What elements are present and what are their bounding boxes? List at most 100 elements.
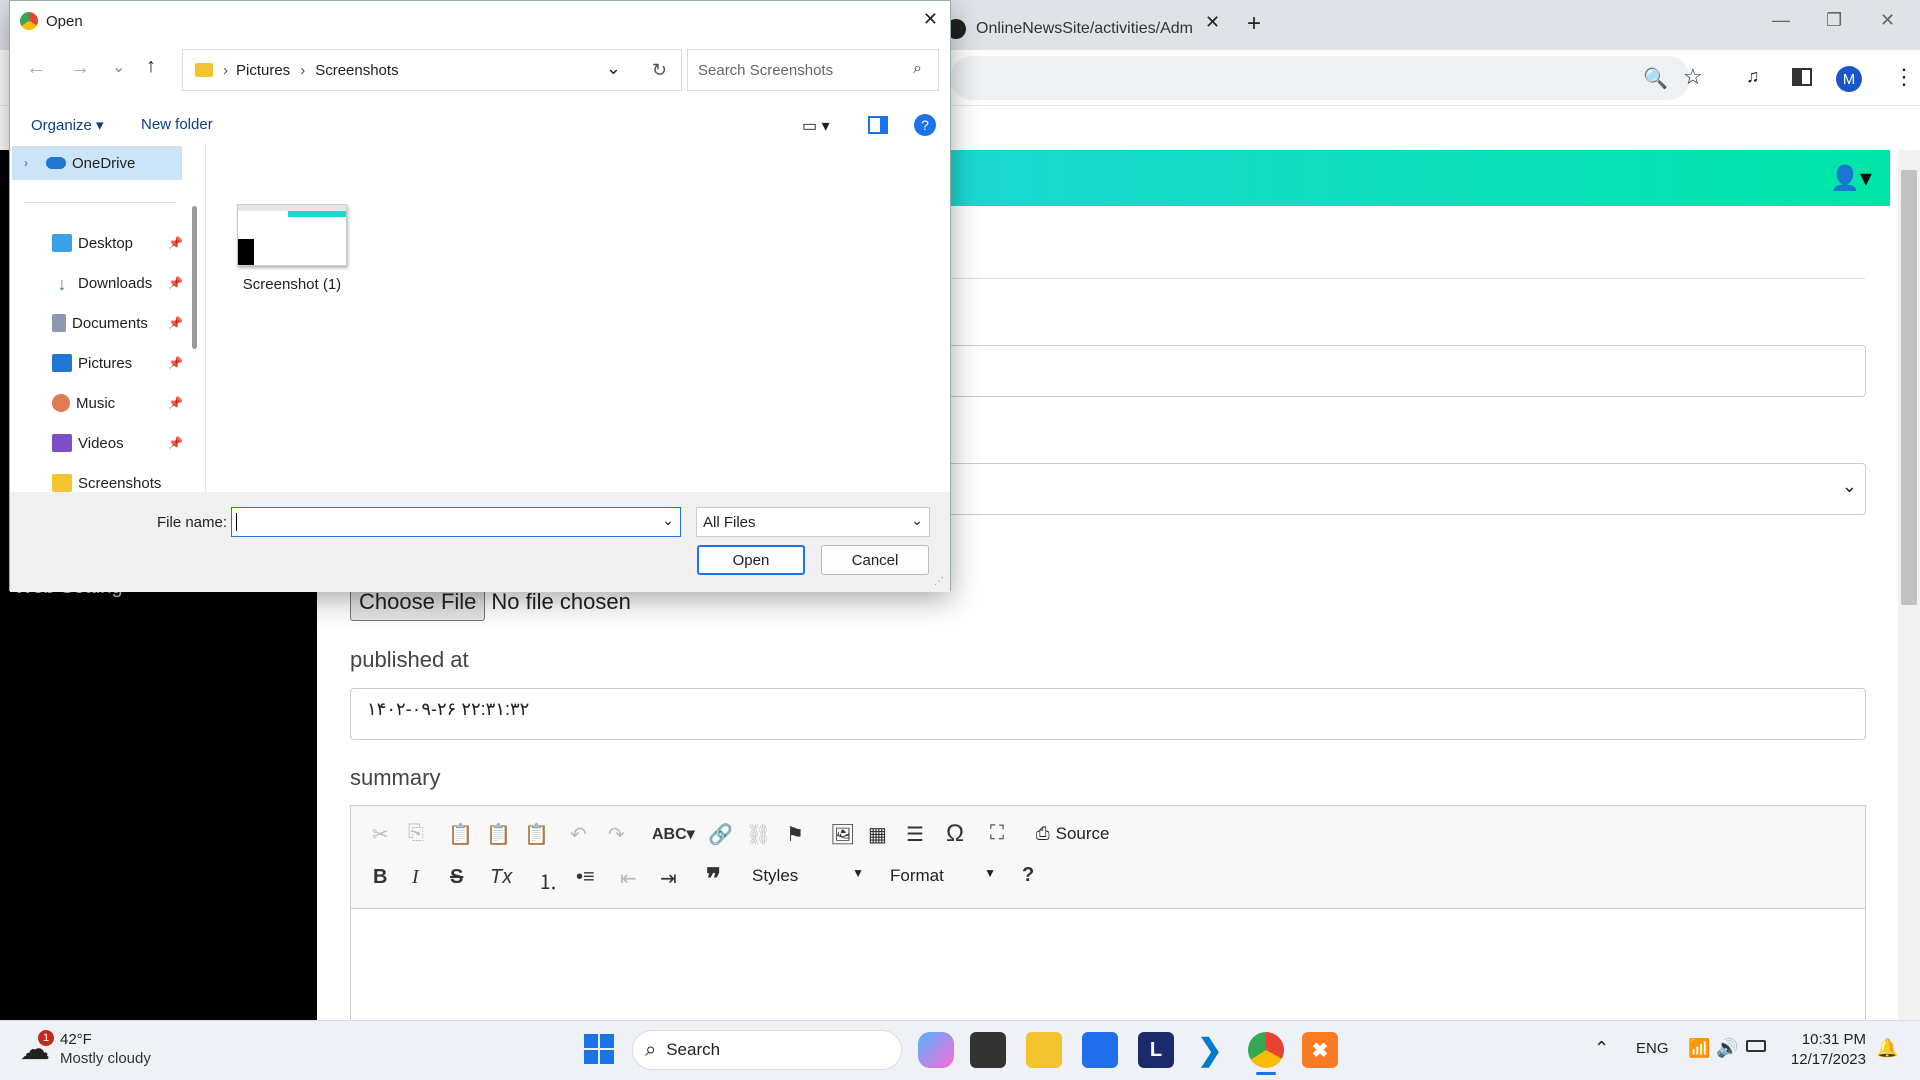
language-indicator[interactable]: ENG xyxy=(1636,1040,1669,1057)
remove-format-icon[interactable]: Tx xyxy=(490,866,512,889)
resize-grip-icon[interactable]: ⋰ xyxy=(934,576,944,587)
published-input[interactable]: ۱۴۰۲-۰۹-۲۶ ۲۲:۳۱:۳۲ xyxy=(350,688,1866,740)
nav-item-pictures[interactable]: Pictures 📌 xyxy=(10,346,190,380)
store-icon[interactable] xyxy=(1082,1032,1118,1068)
xampp-icon[interactable]: ✖ xyxy=(1302,1032,1338,1068)
link-icon[interactable]: 🔗 xyxy=(708,822,733,847)
format-dropdown[interactable]: Format ▼ xyxy=(890,866,996,886)
forward-arrow-icon[interactable]: → xyxy=(70,57,90,80)
organize-label: Organize xyxy=(31,117,92,134)
back-arrow-icon[interactable]: ← xyxy=(26,57,46,80)
tab-close-icon[interactable]: ✕ xyxy=(1205,12,1220,33)
task-view-icon[interactable] xyxy=(970,1032,1006,1068)
chevron-down-icon[interactable]: ⌄ xyxy=(662,512,674,529)
special-char-icon[interactable]: Ω xyxy=(946,820,964,848)
start-button[interactable] xyxy=(584,1034,614,1064)
zoom-icon[interactable]: 🔍 xyxy=(1643,66,1668,91)
strikethrough-icon[interactable]: S xyxy=(450,866,463,889)
anchor-flag-icon[interactable]: ⚑ xyxy=(786,822,804,847)
paste-icon[interactable]: 📋 xyxy=(448,822,473,847)
battery-icon[interactable] xyxy=(1746,1040,1766,1052)
copilot-icon[interactable] xyxy=(918,1032,954,1068)
address-dropdown-icon[interactable]: ⌄ xyxy=(606,58,621,79)
nav-item-label: Documents xyxy=(72,314,148,332)
wifi-icon[interactable]: 📶 xyxy=(1688,1038,1710,1059)
nav-item-downloads[interactable]: ↓ Downloads 📌 xyxy=(10,266,190,300)
table-icon[interactable]: ▦ xyxy=(868,822,887,847)
app-l-icon[interactable]: L xyxy=(1138,1032,1174,1068)
minimize-icon[interactable]: — xyxy=(1772,10,1790,31)
side-panel-icon[interactable] xyxy=(1792,68,1812,86)
nav-item-videos[interactable]: Videos 📌 xyxy=(10,426,190,460)
help-icon[interactable]: ? xyxy=(914,114,936,136)
dialog-close-icon[interactable]: ✕ xyxy=(923,9,938,30)
cancel-button[interactable]: Cancel xyxy=(821,545,929,575)
recent-locations-icon[interactable]: ⌄ xyxy=(112,57,125,77)
filetype-select[interactable]: All Files ⌄ xyxy=(696,507,930,537)
nav-item-music[interactable]: Music 📌 xyxy=(10,386,190,420)
new-tab-icon[interactable]: + xyxy=(1247,10,1261,38)
cut-icon[interactable]: ✂ xyxy=(372,822,389,847)
italic-icon[interactable]: I xyxy=(412,866,419,889)
category-select[interactable]: ⌄ xyxy=(940,463,1866,515)
clock[interactable]: 10:31 PM 12/17/2023 xyxy=(1784,1030,1866,1070)
breadcrumb-pictures[interactable]: Pictures xyxy=(236,62,290,79)
bold-icon[interactable]: B xyxy=(373,866,387,889)
chevron-up-icon[interactable]: ⌃ xyxy=(1594,1038,1609,1059)
indent-icon[interactable]: ⇥ xyxy=(660,866,677,891)
image-icon[interactable]: 🖼 xyxy=(830,822,855,847)
scrollbar-thumb[interactable] xyxy=(1901,170,1917,605)
source-button[interactable]: ⎙ Source xyxy=(1036,824,1109,844)
editor-body[interactable] xyxy=(351,910,1865,1020)
bookmark-star-icon[interactable]: ☆ xyxy=(1683,64,1703,90)
spellcheck-icon[interactable]: ABC▾ xyxy=(652,824,695,844)
preview-pane-icon[interactable] xyxy=(868,116,888,134)
chrome-icon[interactable] xyxy=(1248,1032,1284,1068)
profile-avatar[interactable]: M xyxy=(1836,66,1862,92)
organize-menu[interactable]: Organize ▾ xyxy=(31,116,104,134)
up-arrow-icon[interactable]: ↑ xyxy=(146,55,156,78)
media-icon[interactable]: ♫ xyxy=(1746,66,1760,87)
nav-item-documents[interactable]: Documents 📌 xyxy=(10,306,190,340)
nav-scrollbar[interactable] xyxy=(192,206,197,349)
view-mode-icon[interactable]: ▭ ▾ xyxy=(802,116,830,136)
blockquote-icon[interactable]: ❞ xyxy=(706,862,721,895)
nav-item-desktop[interactable]: Desktop 📌 xyxy=(10,226,190,260)
help-icon[interactable]: ? xyxy=(1022,864,1034,887)
title-input[interactable] xyxy=(940,345,1866,397)
dialog-search-input[interactable]: Search Screenshots ⌕ xyxy=(687,49,939,91)
file-item[interactable]: Screenshot (1) xyxy=(234,204,350,293)
taskbar-search[interactable]: ⌕ Search xyxy=(632,1030,902,1070)
open-button[interactable]: Open xyxy=(697,545,805,575)
menu-kebab-icon[interactable]: ⋮ xyxy=(1893,64,1915,90)
user-menu-icon[interactable]: 👤▾ xyxy=(1830,164,1872,193)
maximize-editor-icon[interactable]: ⛶ xyxy=(990,822,1004,845)
nav-item-onedrive[interactable]: › OneDrive xyxy=(12,146,182,180)
copy-icon[interactable]: ⎘ xyxy=(408,822,424,845)
chevron-down-icon: ⌄ xyxy=(1841,476,1857,496)
undo-icon[interactable]: ↶ xyxy=(570,822,587,847)
paste-text-icon[interactable]: 📋 xyxy=(486,822,511,847)
close-window-icon[interactable]: ✕ xyxy=(1880,10,1895,31)
browser-tab[interactable]: OnlineNewsSite/activities/Adm xyxy=(940,8,1240,50)
volume-icon[interactable]: 🔊 xyxy=(1716,1038,1738,1059)
breadcrumb-screenshots[interactable]: Screenshots xyxy=(315,62,398,79)
unlink-icon[interactable]: ⛓ xyxy=(746,822,771,847)
numbered-list-icon[interactable]: ⒈ xyxy=(538,866,558,895)
dialog-address-bar[interactable]: › Pictures › Screenshots ⌄ ↻ xyxy=(182,49,682,91)
address-bar[interactable] xyxy=(950,56,1690,100)
redo-icon[interactable]: ↷ xyxy=(608,822,625,847)
new-folder-button[interactable]: New folder xyxy=(141,116,213,133)
refresh-icon[interactable]: ↻ xyxy=(652,60,667,81)
horizontal-line-icon[interactable]: ☰ xyxy=(906,822,924,847)
weather-widget[interactable]: ☁ 1 42°F Mostly cloudy xyxy=(20,1029,151,1068)
paste-word-icon[interactable]: 📋 xyxy=(524,822,549,847)
file-explorer-icon[interactable] xyxy=(1026,1032,1062,1068)
bulleted-list-icon[interactable]: •≡ xyxy=(576,866,595,889)
vscode-icon[interactable]: ❯ xyxy=(1192,1032,1228,1068)
styles-dropdown[interactable]: Styles ▼ xyxy=(752,866,864,886)
filename-input[interactable]: ⌄ xyxy=(231,507,681,537)
outdent-icon[interactable]: ⇤ xyxy=(620,866,637,891)
maximize-icon[interactable]: ❐ xyxy=(1826,10,1842,31)
notification-bell-icon[interactable]: 🔔 xyxy=(1876,1038,1898,1059)
